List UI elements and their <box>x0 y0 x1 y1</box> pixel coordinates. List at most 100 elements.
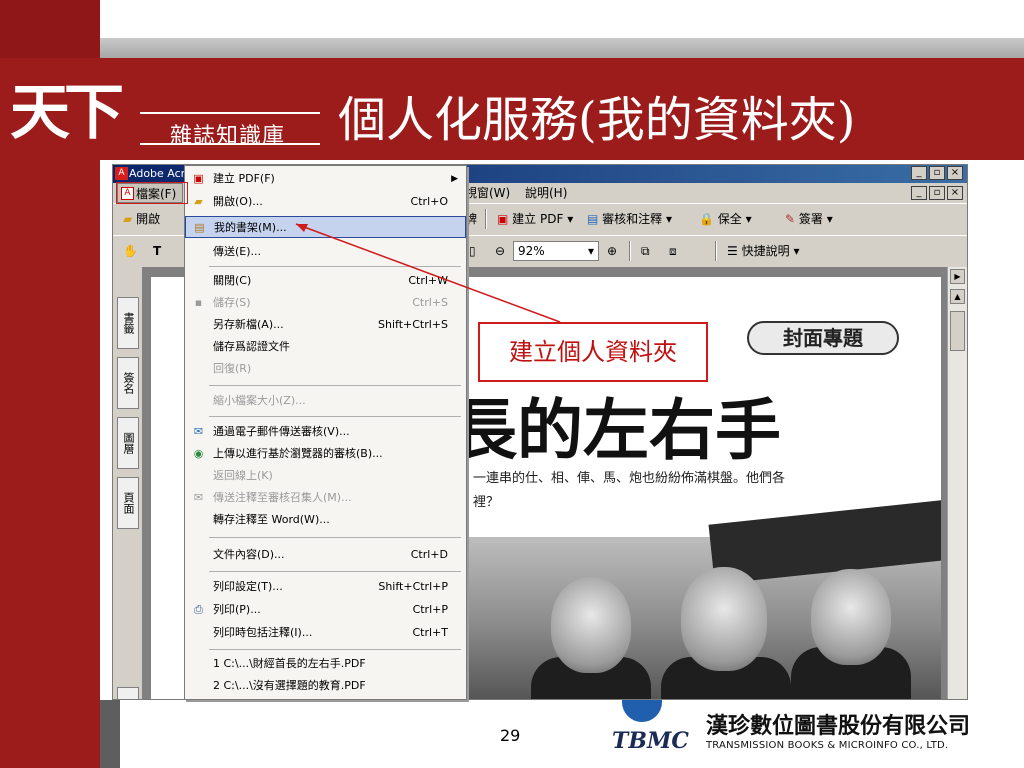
menu-item-email-review[interactable]: ✉ 通過電子郵件傳送審核(V)... <box>185 421 466 443</box>
menu-item-my-bookshelf[interactable]: ▤ 我的書架(M)... <box>185 216 466 238</box>
menu-item-browser-review[interactable]: ◉ 上傳以進行基於瀏覽器的審核(B)... <box>185 443 466 465</box>
menu-item-save-certified[interactable]: 儲存爲認證文件 <box>185 336 466 358</box>
menu-item-open[interactable]: ▰ 開啟(O)... Ctrl+O <box>185 191 466 213</box>
article-headline: 長的左右手 <box>451 391 781 469</box>
menu-item-reduce-size[interactable]: 縮小檔案大小(Z)... <box>185 390 466 412</box>
menu-window[interactable]: 視窗(W) <box>465 183 510 203</box>
hand-tool-icon[interactable]: ✋ <box>123 242 138 260</box>
menu-item-recent-file-2[interactable]: 2 C:\...\沒有選擇題的教育.PDF <box>185 675 466 697</box>
nav-tab-bookmarks[interactable]: 書籤 <box>117 297 139 349</box>
tbmc-logo-mark <box>622 700 662 722</box>
menu-item-send-comments[interactable]: ✉ 傳送注釋至審核召集人(M)... <box>185 487 466 509</box>
help-icon: ☰ <box>727 244 738 258</box>
scroll-right-icon[interactable]: ▶ <box>950 269 965 284</box>
sign-button[interactable]: ✎ 簽署 ▾ <box>785 210 833 228</box>
secure-label: 保全 <box>717 212 742 226</box>
email-icon: ✉ <box>193 425 204 438</box>
chevron-down-icon: ▾ <box>826 212 833 226</box>
cover-story-badge: 封面專題 <box>747 321 899 355</box>
menu-item-print[interactable]: ⎙ 列印(P)... Ctrl+P <box>185 599 466 621</box>
logo-mark: 天下 <box>10 78 124 148</box>
menu-item-page-setup[interactable]: 列印設定(T)... Shift+Ctrl+P <box>185 576 466 598</box>
chevron-down-icon: ▾ <box>793 244 800 258</box>
file-menu-dropdown: ▣ 建立 PDF(F) ▶ ▰ 開啟(O)... Ctrl+O ▤ 我的書架(M… <box>184 165 467 700</box>
menu-item-save[interactable]: ▪ 儲存(S) Ctrl+S <box>185 292 466 314</box>
open-button[interactable]: ▰ 開啟 <box>123 210 160 228</box>
restore-button[interactable]: ▫ <box>929 166 945 180</box>
chevron-down-icon: ▾ <box>745 212 752 226</box>
slide-bottom-rail <box>100 700 120 768</box>
menu-item-close[interactable]: 關閉(C) Ctrl+W <box>185 270 466 292</box>
logo-rule-bottom <box>140 143 320 145</box>
minimize-button[interactable]: _ <box>911 166 927 180</box>
upload-icon: ◉ <box>193 447 204 460</box>
menu-item-export-word[interactable]: 轉存注釋至 Word(W)... <box>185 509 466 531</box>
window-title: Adobe Acr <box>129 167 186 180</box>
folder-icon: ▰ <box>194 195 203 208</box>
zoom-out-icon[interactable]: ⊖ <box>495 242 505 260</box>
page-icon[interactable]: ▯ <box>469 242 476 260</box>
toolbar-separator <box>715 241 717 261</box>
rotate-icon[interactable]: ⧉ <box>641 242 650 260</box>
pdf-icon: ▣ <box>497 212 509 226</box>
nav-tab-pages[interactable]: 頁面 <box>117 477 139 529</box>
printer-icon: ⎙ <box>194 603 203 616</box>
zoom-in-icon[interactable]: ⊕ <box>607 242 617 260</box>
menu-item-document-properties[interactable]: 文件內容(D)... Ctrl+D <box>185 544 466 566</box>
menu-item-revert[interactable]: 回復(R) <box>185 358 466 380</box>
folder-icon: ▰ <box>123 212 133 226</box>
open-label: 開啟 <box>136 212 161 226</box>
scroll-thumb[interactable] <box>950 311 965 351</box>
doc-minimize-button[interactable]: _ <box>911 186 927 200</box>
article-lead-line-2: 裡？ <box>473 495 500 510</box>
slide-page-number: 29 <box>500 726 521 745</box>
menu-separator <box>209 537 461 538</box>
slide-title: 個人化服務(我的資料夾) <box>338 92 856 148</box>
nav-tab-layers[interactable]: 圖層 <box>117 417 139 469</box>
nav-tab-signatures[interactable]: 簽名 <box>117 357 139 409</box>
menu-separator <box>209 385 461 386</box>
chevron-down-icon: ▾ <box>666 212 673 226</box>
sign-label: 簽署 <box>798 212 823 226</box>
menu-separator <box>209 266 461 267</box>
lock-icon: 🔒 <box>699 212 714 226</box>
menu-item-print-with-comments[interactable]: 列印時包括注釋(I)... Ctrl+T <box>185 622 466 644</box>
quick-help-button[interactable]: ☰ 快捷說明 ▾ <box>727 242 799 260</box>
bookshelf-icon: ▤ <box>194 221 205 234</box>
slide-grey-strip <box>100 38 1024 58</box>
zoom-input[interactable]: 92% ▾ <box>513 241 599 261</box>
fit-page-icon[interactable]: ⧈ <box>669 242 677 260</box>
menu-item-recent-file-1[interactable]: 1 C:\...\財經首長的左右手.PDF <box>185 653 466 675</box>
nav-tab-comments[interactable]: 注釋 <box>117 687 139 699</box>
menu-item-create-pdf[interactable]: ▣ 建立 PDF(F) ▶ <box>185 168 466 190</box>
doc-restore-button[interactable]: ▫ <box>929 186 945 200</box>
window-controls: _ ▫ × <box>911 166 963 180</box>
submenu-arrow-icon: ▶ <box>451 174 458 184</box>
review-comment-button[interactable]: ▤ 審核和注釋 ▾ <box>587 210 672 228</box>
menu-help[interactable]: 說明(H) <box>525 183 567 203</box>
menu-item-send[interactable]: 傳送(E)... <box>185 241 466 263</box>
scroll-up-icon[interactable]: ▲ <box>950 289 965 304</box>
navigation-panel: 書籤 簽名 圖層 頁面 注釋 <box>113 267 143 699</box>
review-label: 審核和注釋 <box>602 212 663 226</box>
document-window-controls: _ ▫ × <box>911 186 963 200</box>
close-button[interactable]: × <box>947 166 963 180</box>
secure-button[interactable]: 🔒 保全 ▾ <box>699 210 752 228</box>
toolbar-separator <box>629 241 631 261</box>
logo-text: 雜誌知識庫 <box>170 124 286 149</box>
pen-icon: ✎ <box>785 212 796 226</box>
article-lead-line-1: 一連串的仕、相、俥、馬、炮也紛紛佈滿棋盤。他們各 <box>473 471 786 486</box>
slide-left-rail-top <box>0 0 100 58</box>
create-pdf-button[interactable]: ▣ 建立 PDF ▾ <box>497 210 573 228</box>
photo-person-face <box>551 577 631 673</box>
company-name-zh: 漢珍數位圖書股份有限公司 <box>706 714 971 739</box>
menu-item-go-online[interactable]: 返回線上(K) <box>185 465 466 487</box>
create-pdf-label: 建立 PDF <box>512 212 564 226</box>
send-comments-icon: ✉ <box>193 491 204 504</box>
toolbar-separator <box>485 209 487 229</box>
menu-item-save-as[interactable]: 另存新檔(A)... Shift+Ctrl+S <box>185 314 466 336</box>
text-select-icon[interactable]: T <box>153 242 161 260</box>
annotation-callout: 建立個人資料夾 <box>478 322 708 382</box>
doc-close-button[interactable]: × <box>947 186 963 200</box>
vertical-scrollbar[interactable]: ▶ ▲ <box>947 267 967 699</box>
